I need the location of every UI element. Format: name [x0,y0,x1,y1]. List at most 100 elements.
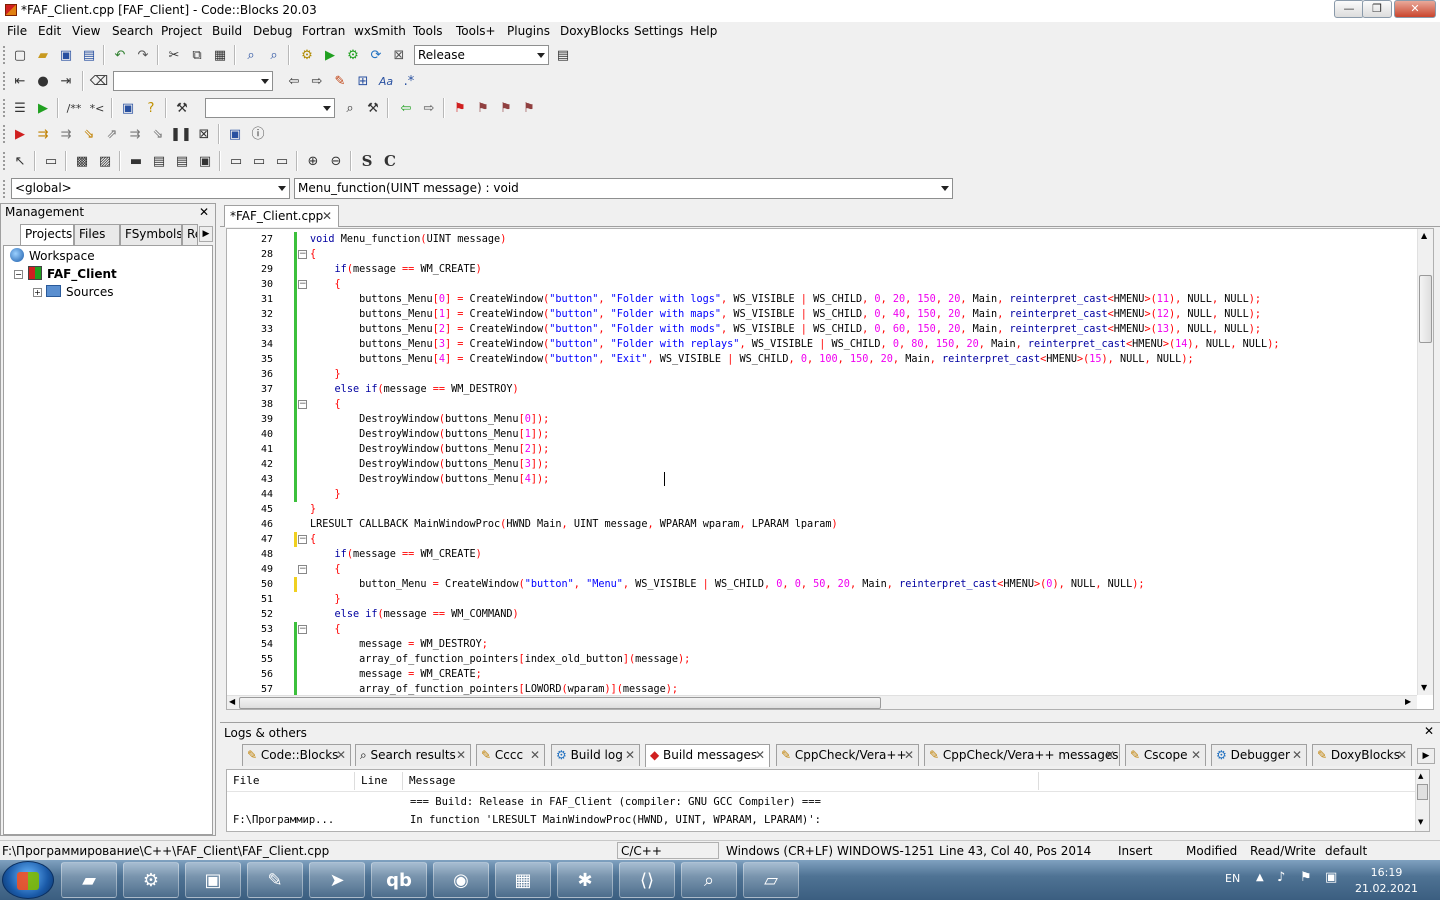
code-line[interactable]: { [310,532,316,547]
menu-fortran[interactable]: Fortran [302,24,345,38]
tree-project[interactable]: − FAF_Client [14,265,117,283]
run-icon[interactable]: ▶ [320,45,340,65]
code-line[interactable]: { [310,622,341,637]
code-line[interactable]: else if(message == WM_DESTROY) [310,382,519,397]
code-line[interactable]: } [310,592,341,607]
code-editor[interactable]: − − − − − − 27 28 29 30 31 32 33 34 35 36 37 38 39 40… [226,228,1434,710]
toolbar-grip[interactable] [3,180,7,198]
code-line[interactable]: { [310,397,341,412]
notepad-taskbar-icon[interactable]: ✎ [247,862,303,898]
scroll-left-icon[interactable]: ◀ [229,697,235,706]
log-tab-debugger[interactable]: ⚙ Debugger ✕ [1211,744,1307,766]
menu-view[interactable]: View [72,24,100,38]
code-line[interactable]: if(message == WM_CREATE) [310,262,482,277]
tab-fsymbols[interactable]: FSymbols [120,224,182,245]
clear-search-icon[interactable]: ⌫ [89,71,109,91]
close-button[interactable]: ✕ [1394,0,1436,18]
tray-expand-icon[interactable]: ▲ [1256,872,1264,883]
search-taskbar-icon[interactable]: ⌕ [681,862,737,898]
status-language[interactable]: C/C++ [617,842,719,859]
html-docs-icon[interactable]: ▣ [118,98,138,118]
code-line[interactable]: array_of_function_pointers[index_old_but… [310,652,690,667]
log-tab-build-log[interactable]: ⚙ Build log ✕ [551,744,640,766]
code-line[interactable]: if(message == WM_CREATE) [310,547,482,562]
log-row-1-message[interactable]: === Build: Release in FAF_Client (compil… [410,796,821,808]
scroll-right-icon[interactable]: ▶ [1405,697,1411,706]
code-line[interactable]: buttons_Menu[3] = CreateWindow("button",… [310,337,1279,352]
save-icon[interactable]: ▣ [56,45,76,65]
menu-help[interactable]: Help [690,24,717,38]
fold-toggle-icon[interactable]: − [298,535,307,544]
close-tab-icon[interactable]: ✕ [1292,745,1302,765]
close-tab-icon[interactable]: ✕ [322,206,332,226]
find-previous-icon[interactable]: ⇦ [284,71,304,91]
log-tab-build-messages[interactable]: ◆ Build messages ✕ [645,744,770,767]
scroll-down-icon[interactable]: ▼ [1418,818,1423,826]
log-row-2-message[interactable]: In function 'LRESULT MainWindowProc(HWND… [410,814,821,826]
border-icon[interactable]: ▭ [249,151,269,171]
vertical-scroll-thumb[interactable] [1419,275,1432,343]
column-header-file[interactable]: File [227,772,355,790]
toolbar-grip[interactable] [3,152,7,170]
open-file-icon[interactable]: ▰ [33,45,53,65]
last-jump-icon[interactable]: ● [33,71,53,91]
spacer-icon[interactable]: ▭ [226,151,246,171]
fold-toggle-icon[interactable]: − [298,250,307,259]
scroll-up-icon[interactable]: ▲ [1418,772,1423,780]
scope-combo[interactable]: <global> [11,178,290,199]
frame-icon[interactable]: ▭ [41,151,61,171]
network-icon[interactable]: ▣ [1325,870,1337,885]
terminal-taskbar-icon[interactable]: ▣ [185,862,241,898]
match-case-icon[interactable]: Aa [376,71,396,91]
show-select-target-icon[interactable]: ▤ [553,45,573,65]
menu-tools[interactable]: Tools [413,24,443,38]
code-line[interactable]: DestroyWindow(buttons_Menu[2]); [310,442,549,457]
bug-taskbar-icon[interactable]: ✱ [557,862,613,898]
close-tab-icon[interactable]: ✕ [336,745,346,765]
run-to-cursor-icon[interactable]: ⇉ [33,124,53,144]
clear-bookmarks-icon[interactable]: ⚑ [519,98,539,118]
column-header-line[interactable]: Line [355,772,403,790]
fold-toggle-icon[interactable]: − [298,400,307,409]
box-sizer-icon[interactable]: ▬ [126,151,146,171]
explorer-taskbar-icon[interactable]: ▰ [61,862,117,898]
preferences-wrench-icon[interactable]: ⚒ [172,98,192,118]
step-into-instruction-icon[interactable]: ⇘ [148,124,168,144]
step-out-icon[interactable]: ⇗ [102,124,122,144]
menu-build[interactable]: Build [212,24,242,38]
expand-icon[interactable]: ▭ [272,151,292,171]
editor-horizontal-scrollbar[interactable]: ◀ ▶ [227,695,1417,709]
close-tab-icon[interactable]: ✕ [904,745,914,765]
expand-icon[interactable]: + [33,288,42,297]
settings-wrench-icon[interactable]: ⚒ [363,98,383,118]
selected-text-icon[interactable]: ⊞ [353,71,373,91]
close-logs-icon[interactable]: ✕ [1424,724,1434,738]
editor-vertical-scrollbar[interactable]: ▲ ▼ [1417,229,1433,695]
code-line[interactable]: { [310,277,341,292]
new-file-icon[interactable]: ▢ [10,45,30,65]
scroll-down-icon[interactable]: ▼ [1421,683,1427,692]
close-tab-icon[interactable]: ✕ [1397,745,1407,765]
log-tab-cppcheck-messages[interactable]: ✎ CppCheck/Vera++ messages ✕ [924,744,1120,766]
tree-sources-folder[interactable]: + Sources [33,283,113,301]
prev-bookmark-arrow-icon[interactable]: ⇦ [396,98,416,118]
regex-icon[interactable]: .* [399,71,419,91]
code-line[interactable]: LRESULT CALLBACK MainWindowProc(HWND Mai… [310,517,838,532]
code-area[interactable]: void Menu_function(UINT message){ if(mes… [310,229,1418,697]
toolbar-grip[interactable] [3,46,7,64]
close-management-icon[interactable]: ✕ [199,205,209,219]
settings-taskbar-icon[interactable]: ⚙ [123,862,179,898]
logs-scroll-thumb[interactable] [1417,784,1428,800]
codeblocks-taskbar-icon[interactable]: ▦ [495,862,551,898]
code-line[interactable]: message = WM_CREATE; [310,667,482,682]
code-line[interactable]: } [310,502,316,517]
action-center-icon[interactable]: ⚑ [1300,870,1312,885]
flex-sizer-icon[interactable]: ▤ [172,151,192,171]
menu-tools-plus[interactable]: Tools+ [456,24,496,38]
zoom-out-icon[interactable]: ⊖ [326,151,346,171]
code-completion-icon[interactable]: ☰ [10,98,30,118]
code-line[interactable]: DestroyWindow(buttons_Menu[1]); [310,427,549,442]
center-icon[interactable]: C [380,151,400,171]
search-combo[interactable] [113,71,273,91]
vscode-taskbar-icon[interactable]: ⟨⟩ [619,862,675,898]
